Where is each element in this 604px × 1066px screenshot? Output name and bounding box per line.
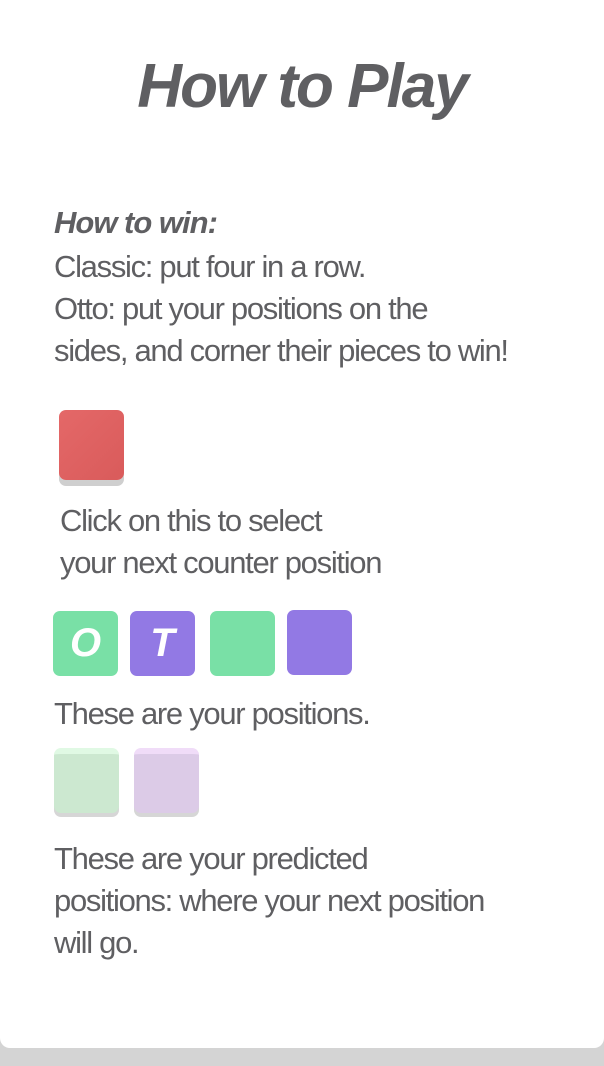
rule-otto-line-2: sides, and corner their pieces to win! xyxy=(54,333,509,368)
rule-classic: Classic: put four in a row. xyxy=(54,249,367,284)
select-counter-caption-line-1: Click on this to select xyxy=(60,503,323,538)
select-counter-caption-line-2: your next counter position xyxy=(60,545,382,580)
position-tile-t: T xyxy=(130,611,195,676)
predicted-caption-line-1: These are your predicted xyxy=(54,841,369,876)
position-tile-o: O xyxy=(53,611,118,676)
rule-otto-line-1: Otto: put your positions on the xyxy=(54,291,429,326)
select-counter-button[interactable] xyxy=(59,410,124,480)
position-tile-purple xyxy=(287,610,352,675)
select-counter-caption: Click on this to select your next counte… xyxy=(60,500,382,584)
position-tile-o-label: O xyxy=(69,621,102,665)
how-to-win-heading: How to win: xyxy=(54,205,218,240)
positions-caption: These are your positions. xyxy=(54,696,371,731)
how-to-win-description: Classic: put four in a row. Otto: put yo… xyxy=(54,246,509,372)
predicted-tile-purple xyxy=(134,748,199,813)
position-tile-t-label: T xyxy=(150,621,175,665)
position-tile-green xyxy=(210,611,275,676)
page-title: How to Play xyxy=(137,52,468,121)
predicted-caption-line-3: will go. xyxy=(54,925,140,960)
predicted-caption-line-2: positions: where your next position xyxy=(54,883,485,918)
predicted-caption: These are your predicted positions: wher… xyxy=(54,838,485,964)
predicted-tile-green xyxy=(54,748,119,813)
how-to-play-card: How to Play How to win: Classic: put fou… xyxy=(0,0,604,1048)
